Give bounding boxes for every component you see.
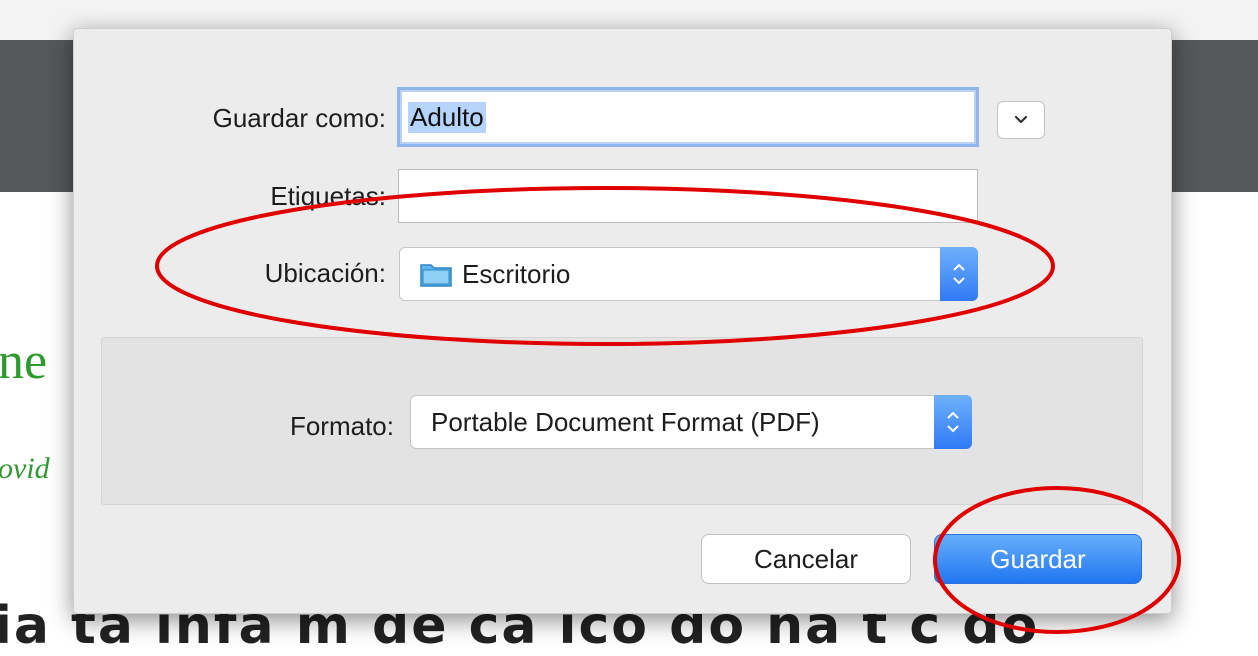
location-popup[interactable]: Escritorio [399,247,978,301]
updown-stepper-icon [934,395,972,449]
chevron-down-icon [1014,115,1028,124]
tags-label: Etiquetas: [270,181,386,211]
cancel-button[interactable]: Cancelar [701,534,911,584]
page-heading-fragment: ne [0,333,48,390]
save-button[interactable]: Guardar [934,534,1142,584]
page-italic-fragment: ovid [0,452,50,485]
save-as-value: Adulto [408,101,486,133]
location-value: Escritorio [462,258,571,289]
location-label: Ubicación: [264,258,386,288]
save-as-label: Guardar como: [212,103,386,133]
expand-dialog-button[interactable] [997,101,1045,139]
save-dialog: Guardar como: Adulto Etiquetas: Ubicació… [73,28,1172,614]
tags-input[interactable] [398,169,978,223]
updown-stepper-icon [940,247,978,301]
format-value: Portable Document Format (PDF) [431,406,820,437]
folder-icon [420,261,452,287]
format-popup[interactable]: Portable Document Format (PDF) [410,395,972,449]
save-as-input[interactable]: Adulto [397,87,979,147]
format-label: Formato: [289,411,394,441]
